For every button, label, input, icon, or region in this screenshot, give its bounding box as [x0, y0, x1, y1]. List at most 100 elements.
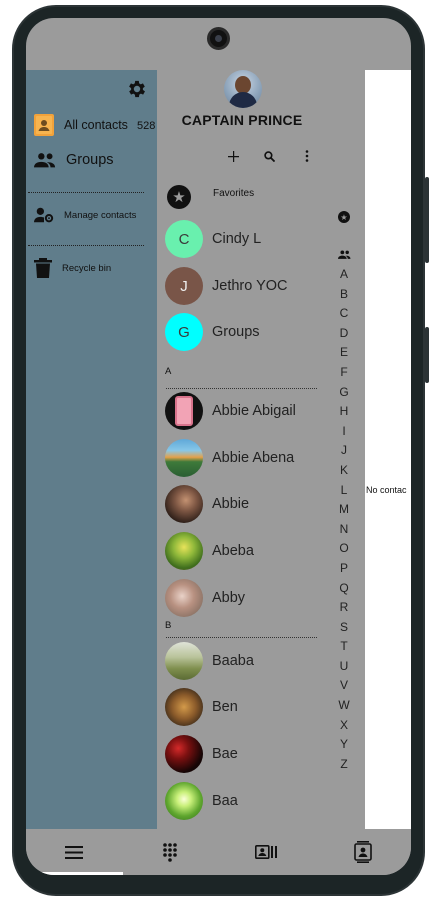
alpha-letter-t[interactable]: T	[334, 639, 354, 659]
alpha-letter-x[interactable]: X	[334, 718, 354, 738]
dialpad-icon	[163, 843, 177, 862]
drawer-item-recycle-bin[interactable]: Recycle bin	[34, 258, 111, 278]
contact-row[interactable]: Abbie Abena	[165, 439, 294, 477]
favorite-contact-row[interactable]: J Jethro YOC	[165, 267, 288, 305]
alpha-letter-k[interactable]: K	[334, 463, 354, 483]
alpha-letter-s[interactable]: S	[334, 620, 354, 640]
alpha-letter-c[interactable]: C	[334, 306, 354, 326]
power-button	[425, 327, 429, 383]
search-button[interactable]	[261, 148, 277, 164]
more-vert-icon	[305, 150, 309, 162]
contact-row[interactable]: Ben	[165, 688, 238, 726]
alpha-letter-v[interactable]: V	[334, 678, 354, 698]
detail-pane: No contac	[365, 70, 411, 829]
favorites-header: ★ Favorites	[167, 185, 254, 209]
contact-row[interactable]: Bae	[165, 735, 238, 773]
contact-photo	[165, 439, 203, 477]
favorite-contact-row[interactable]: C Cindy L	[165, 220, 261, 258]
profile-avatar[interactable]	[224, 70, 262, 108]
star-icon: ★	[167, 185, 191, 209]
contact-photo	[165, 735, 203, 773]
empty-message: No contac	[366, 485, 407, 495]
contact-row[interactable]: Abeba	[165, 532, 254, 570]
alpha-groups-icon[interactable]	[334, 247, 354, 261]
alpha-letter-o[interactable]: O	[334, 541, 354, 561]
contact-name: Abeba	[212, 543, 254, 559]
contact-row[interactable]: Abbie	[165, 485, 249, 523]
contact-row[interactable]: Baaba	[165, 642, 254, 680]
alpha-letter-a[interactable]: A	[334, 267, 354, 287]
contact-name: Abbie	[212, 496, 250, 512]
favorite-contact-row[interactable]: G Groups	[165, 313, 260, 351]
volume-button	[425, 177, 429, 263]
drawer-item-all-contacts[interactable]: All contacts	[34, 114, 128, 136]
section-header-letter: A	[165, 366, 172, 377]
section-divider	[166, 388, 317, 389]
contact-card-icon	[255, 845, 277, 859]
contact-photo	[165, 392, 203, 430]
alpha-letter-z[interactable]: Z	[334, 757, 354, 777]
contact-photo	[165, 782, 203, 820]
contact-photo	[165, 688, 203, 726]
divider	[28, 245, 144, 246]
nav-recents-button[interactable]	[255, 841, 277, 863]
alpha-letter-m[interactable]: M	[334, 502, 354, 522]
contact-name: Groups	[212, 324, 260, 340]
active-tab-indicator	[26, 872, 123, 875]
alpha-letter-y[interactable]: Y	[334, 737, 354, 757]
alpha-letter-i[interactable]: I	[334, 424, 354, 444]
profile-name: CAPTAIN PRINCE	[181, 112, 303, 128]
contact-row[interactable]: Baa	[165, 782, 238, 820]
alpha-letter-b[interactable]: B	[334, 287, 354, 307]
alpha-letter-w[interactable]: W	[334, 698, 354, 718]
avatar-initial: G	[178, 323, 190, 341]
alpha-letter-j[interactable]: J	[334, 443, 354, 463]
divider	[28, 192, 144, 193]
bottom-navigation	[26, 829, 411, 875]
contacts-count: 528	[137, 120, 156, 132]
add-contact-button[interactable]	[225, 148, 241, 164]
groups-icon	[337, 249, 350, 259]
drawer-item-groups[interactable]: Groups	[34, 152, 114, 168]
settings-gear-icon[interactable]	[126, 78, 148, 100]
plus-icon	[227, 150, 239, 162]
front-camera	[207, 27, 230, 50]
navigation-drawer: All contacts 528 Groups Manage contacts	[26, 70, 157, 829]
nav-contacts-button[interactable]	[352, 841, 374, 863]
drawer-item-label: Manage contacts	[64, 209, 137, 221]
avatar-initial: J	[180, 277, 188, 295]
svg-text:★: ★	[340, 213, 347, 222]
menu-icon	[65, 845, 83, 859]
contact-name: Abbie Abena	[212, 450, 295, 466]
alpha-letter-g[interactable]: G	[334, 385, 354, 405]
contact-row[interactable]: Abbie Abigail	[165, 392, 296, 430]
drawer-item-label: Recycle bin	[62, 262, 112, 274]
contact-name: Baa	[212, 793, 238, 809]
alphabet-index[interactable]: ★ ABCDEFGHIJKLMNOPQRSTUVWXYZ	[334, 210, 354, 776]
contact-avatar: J	[165, 267, 203, 305]
alpha-letter-h[interactable]: H	[334, 404, 354, 424]
avatar-initial: C	[178, 230, 190, 248]
contact-name: Cindy L	[212, 231, 262, 247]
nav-menu-button[interactable]	[63, 841, 85, 863]
drawer-item-label: Groups	[66, 152, 114, 168]
alpha-letter-l[interactable]: L	[334, 483, 354, 503]
alpha-letter-q[interactable]: Q	[334, 581, 354, 601]
alpha-letter-d[interactable]: D	[334, 326, 354, 346]
nav-dialpad-button[interactable]	[159, 841, 181, 863]
avatar-body	[229, 92, 257, 108]
screen: All contacts 528 Groups Manage contacts	[26, 18, 411, 875]
alphabet-letters: ABCDEFGHIJKLMNOPQRSTUVWXYZ	[334, 267, 354, 776]
section-header-letter: B	[165, 620, 172, 631]
alpha-letter-r[interactable]: R	[334, 600, 354, 620]
alpha-letter-e[interactable]: E	[334, 345, 354, 365]
contact-row[interactable]: Abby	[165, 579, 245, 617]
contact-name: Ben	[212, 699, 238, 715]
more-options-button[interactable]	[299, 148, 315, 164]
alpha-star-icon[interactable]: ★	[334, 210, 354, 224]
alpha-letter-n[interactable]: N	[334, 522, 354, 542]
drawer-item-manage-contacts[interactable]: Manage contacts	[34, 206, 136, 224]
alpha-letter-p[interactable]: P	[334, 561, 354, 581]
alpha-letter-u[interactable]: U	[334, 659, 354, 679]
alpha-letter-f[interactable]: F	[334, 365, 354, 385]
